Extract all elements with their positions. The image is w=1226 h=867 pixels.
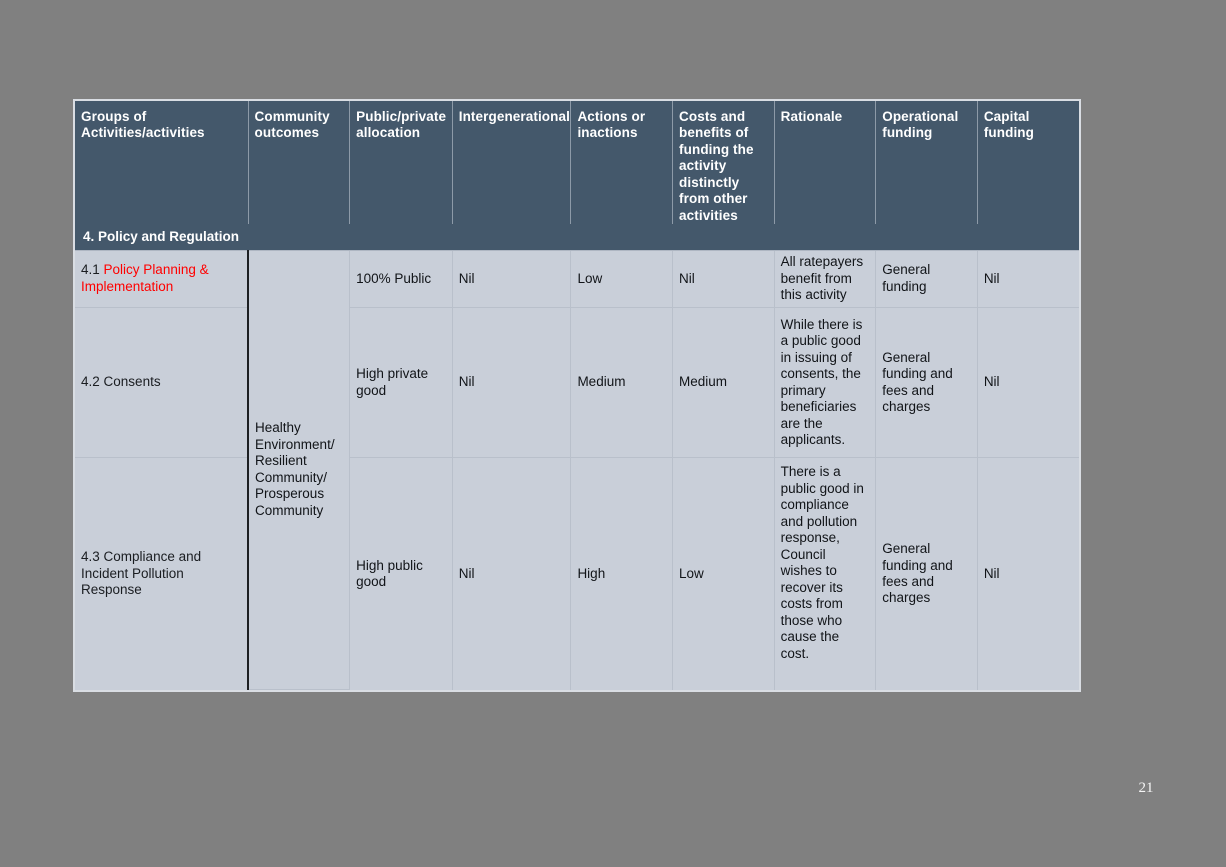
table-row: 4.2 Consents High private good Nil Mediu… <box>75 307 1079 459</box>
column-header-public-private-allocation: Public/private allocation <box>349 101 453 225</box>
community-outcomes-merged-cell: Healthy Environment/ Resilient Community… <box>247 250 351 691</box>
cell-operational-funding-4-2: General funding and fees and charges <box>875 307 978 459</box>
cell-operational-funding-4-3: General funding and fees and charges <box>875 457 978 690</box>
activity-cell-4-2: 4.2 Consents <box>75 307 249 459</box>
cell-actions-or-inactions-4-3: High <box>570 457 674 690</box>
activity-number: 4.3 <box>81 549 100 565</box>
cell-public-private-allocation-4-3: High public good <box>349 457 453 690</box>
page-number: 21 <box>1138 780 1154 796</box>
activity-number: 4.2 <box>81 374 100 390</box>
column-header-groups-of-activities: Groups of Activities/activities <box>75 101 249 225</box>
section-title: 4. Policy and Regulation <box>75 224 1079 251</box>
column-header-actions-or-inactions: Actions or inactions <box>570 101 674 225</box>
cell-costs-and-benefits-4-2: Medium <box>672 307 775 459</box>
column-header-operational-funding: Operational funding <box>875 101 978 225</box>
cell-costs-and-benefits-4-1: Nil <box>672 250 775 308</box>
column-header-community-outcomes: Community outcomes <box>248 101 351 225</box>
cell-rationale-4-1: All ratepayers benefit from this activit… <box>774 250 877 308</box>
column-header-intergenerational: Intergenerational <box>452 101 572 225</box>
activity-cell-4-1: 4.1 Policy Planning & Implementation <box>75 250 249 308</box>
column-header-costs-and-benefits: Costs and benefits of funding the activi… <box>672 101 775 225</box>
table-row: 4.3 Compliance and Incident Pollution Re… <box>75 457 1079 690</box>
cell-intergenerational-4-2: Nil <box>452 307 572 459</box>
cell-public-private-allocation-4-2: High private good <box>349 307 453 459</box>
cell-rationale-4-2: While there is a public good in issuing … <box>774 307 877 459</box>
column-header-capital-funding: Capital funding <box>977 101 1079 225</box>
activity-number: 4.1 <box>81 262 100 278</box>
activity-name: Consents <box>103 374 161 390</box>
cell-capital-funding-4-2: Nil <box>977 307 1079 459</box>
cell-operational-funding-4-1: General funding <box>875 250 978 308</box>
table-header-row: Groups of Activities/activities Communit… <box>75 101 1079 225</box>
cell-public-private-allocation-4-1: 100% Public <box>349 250 453 308</box>
activity-name: Policy Planning & Implementation <box>81 262 209 294</box>
cell-actions-or-inactions-4-1: Low <box>570 250 674 308</box>
funding-table-container: Groups of Activities/activities Communit… <box>73 99 1081 692</box>
section-header-row: 4. Policy and Regulation <box>75 224 1079 251</box>
cell-actions-or-inactions-4-2: Medium <box>570 307 674 459</box>
cell-intergenerational-4-3: Nil <box>452 457 572 690</box>
activity-name: Compliance and Incident Pollution Respon… <box>81 549 202 598</box>
activity-cell-4-3: 4.3 Compliance and Incident Pollution Re… <box>75 457 249 690</box>
slide-canvas: Groups of Activities/activities Communit… <box>0 0 1226 867</box>
cell-rationale-4-3: There is a public good in compliance and… <box>774 457 877 690</box>
cell-capital-funding-4-3: Nil <box>977 457 1079 690</box>
funding-table: Groups of Activities/activities Communit… <box>75 101 1079 691</box>
cell-costs-and-benefits-4-3: Low <box>672 457 775 690</box>
column-header-rationale: Rationale <box>774 101 877 225</box>
cell-capital-funding-4-1: Nil <box>977 250 1079 308</box>
cell-intergenerational-4-1: Nil <box>452 250 572 308</box>
table-row: 4.1 Policy Planning & Implementation Hea… <box>75 250 1079 691</box>
